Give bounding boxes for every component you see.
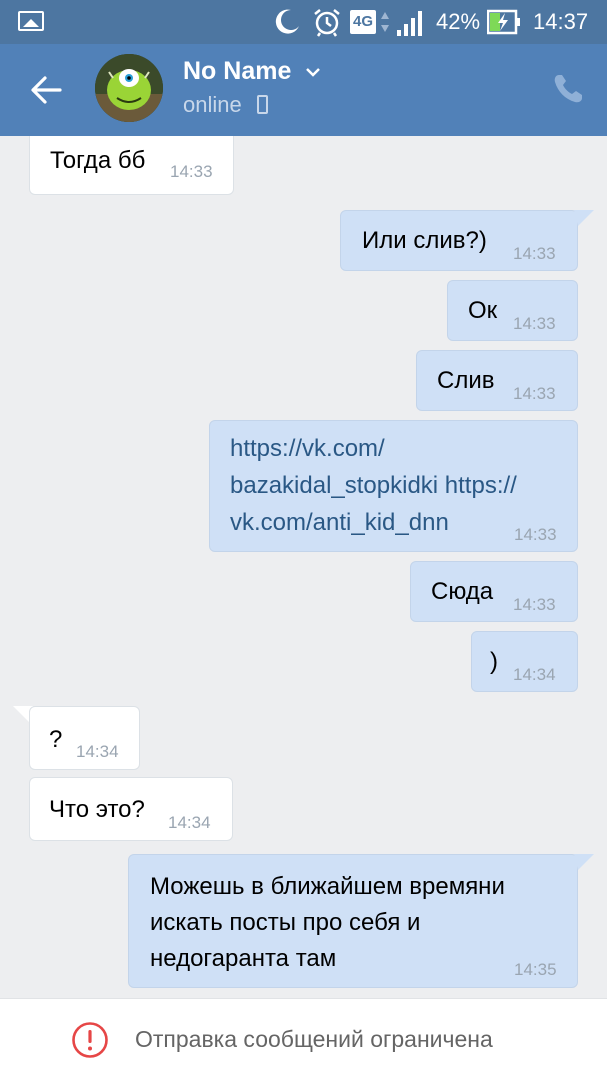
- mobile-icon: [257, 95, 268, 114]
- moon-icon: [275, 9, 299, 34]
- message-time: 14:35: [514, 960, 557, 979]
- message-time: 14:34: [76, 742, 119, 761]
- message-text: Ок: [468, 297, 498, 324]
- message-bubble-incoming[interactable]: Что это? 14:34: [29, 777, 233, 841]
- contact-name[interactable]: No Name: [183, 56, 291, 86]
- message-bubble-outgoing[interactable]: Слив 14:33: [416, 350, 578, 411]
- message-text: ): [490, 648, 498, 675]
- message-time: 14:33: [514, 525, 557, 544]
- message-bubble-incoming[interactable]: ? 14:34: [29, 706, 140, 770]
- message-text: недогаранта там: [150, 945, 337, 972]
- message-time: 14:34: [168, 813, 211, 832]
- battery-percent: 42%: [436, 9, 481, 34]
- message-time: 14:33: [513, 595, 556, 614]
- messaging-restricted-bar: Отправка сообщений ограничена: [0, 998, 607, 1081]
- message-bubble-outgoing[interactable]: https://vk.com/ bazakidal_stopkidki http…: [209, 420, 578, 552]
- signal-icon: [397, 11, 422, 36]
- battery-charging-icon: [487, 9, 520, 35]
- message-bubble-incoming[interactable]: Тогда бб 14:33: [29, 136, 234, 195]
- message-bubble-outgoing[interactable]: Ок 14:33: [447, 280, 578, 341]
- back-arrow-icon[interactable]: [28, 72, 64, 108]
- message-bubble-outgoing[interactable]: Или слив?) 14:33: [340, 210, 578, 271]
- message-bubble-outgoing[interactable]: Можешь в ближайшем времяни искать посты …: [128, 854, 578, 988]
- message-text: Сюда: [431, 578, 494, 605]
- avatar[interactable]: [95, 54, 163, 122]
- message-time: 14:33: [513, 314, 556, 333]
- chevron-down-icon[interactable]: [305, 66, 321, 78]
- bubble-tail: [574, 210, 594, 226]
- message-text: Что это?: [49, 796, 145, 823]
- message-bubble-outgoing[interactable]: Сюда 14:33: [410, 561, 578, 622]
- message-text: ?: [49, 726, 63, 753]
- message-time: 14:33: [513, 244, 556, 263]
- restriction-text: Отправка сообщений ограничена: [135, 1026, 493, 1052]
- message-list[interactable]: Тогда бб 14:33 Или слив?) 14:33 Ок 14:33…: [0, 136, 607, 998]
- message-time: 14:34: [513, 665, 556, 684]
- message-bubble-outgoing[interactable]: ) 14:34: [471, 631, 578, 692]
- chat-header: No Name online: [0, 44, 607, 136]
- gallery-icon: [18, 11, 44, 31]
- network-type-badge: 4G: [350, 10, 377, 34]
- message-text: Или слив?): [362, 227, 487, 254]
- message-link[interactable]: vk.com/anti_kid_dnn: [230, 505, 449, 541]
- contact-status: online: [183, 92, 242, 117]
- message-link[interactable]: https://vk.com/: [230, 431, 385, 467]
- phone-icon[interactable]: [551, 72, 585, 106]
- message-text: Можешь в ближайшем времяни: [150, 873, 505, 900]
- message-text: искать посты про себя и: [150, 909, 421, 936]
- bubble-tail: [574, 854, 594, 870]
- message-link[interactable]: bazakidal_stopkidki https://: [230, 468, 517, 504]
- alarm-icon: [314, 9, 340, 37]
- message-time: 14:33: [170, 162, 213, 181]
- status-bar: 4G 42% 14:37: [0, 0, 607, 44]
- data-arrows-icon: [381, 12, 389, 32]
- warning-icon: [72, 1022, 108, 1058]
- message-text: Слив: [437, 367, 495, 394]
- message-time: 14:33: [513, 384, 556, 403]
- message-text: Тогда бб: [50, 147, 146, 174]
- status-time: 14:37: [533, 9, 589, 34]
